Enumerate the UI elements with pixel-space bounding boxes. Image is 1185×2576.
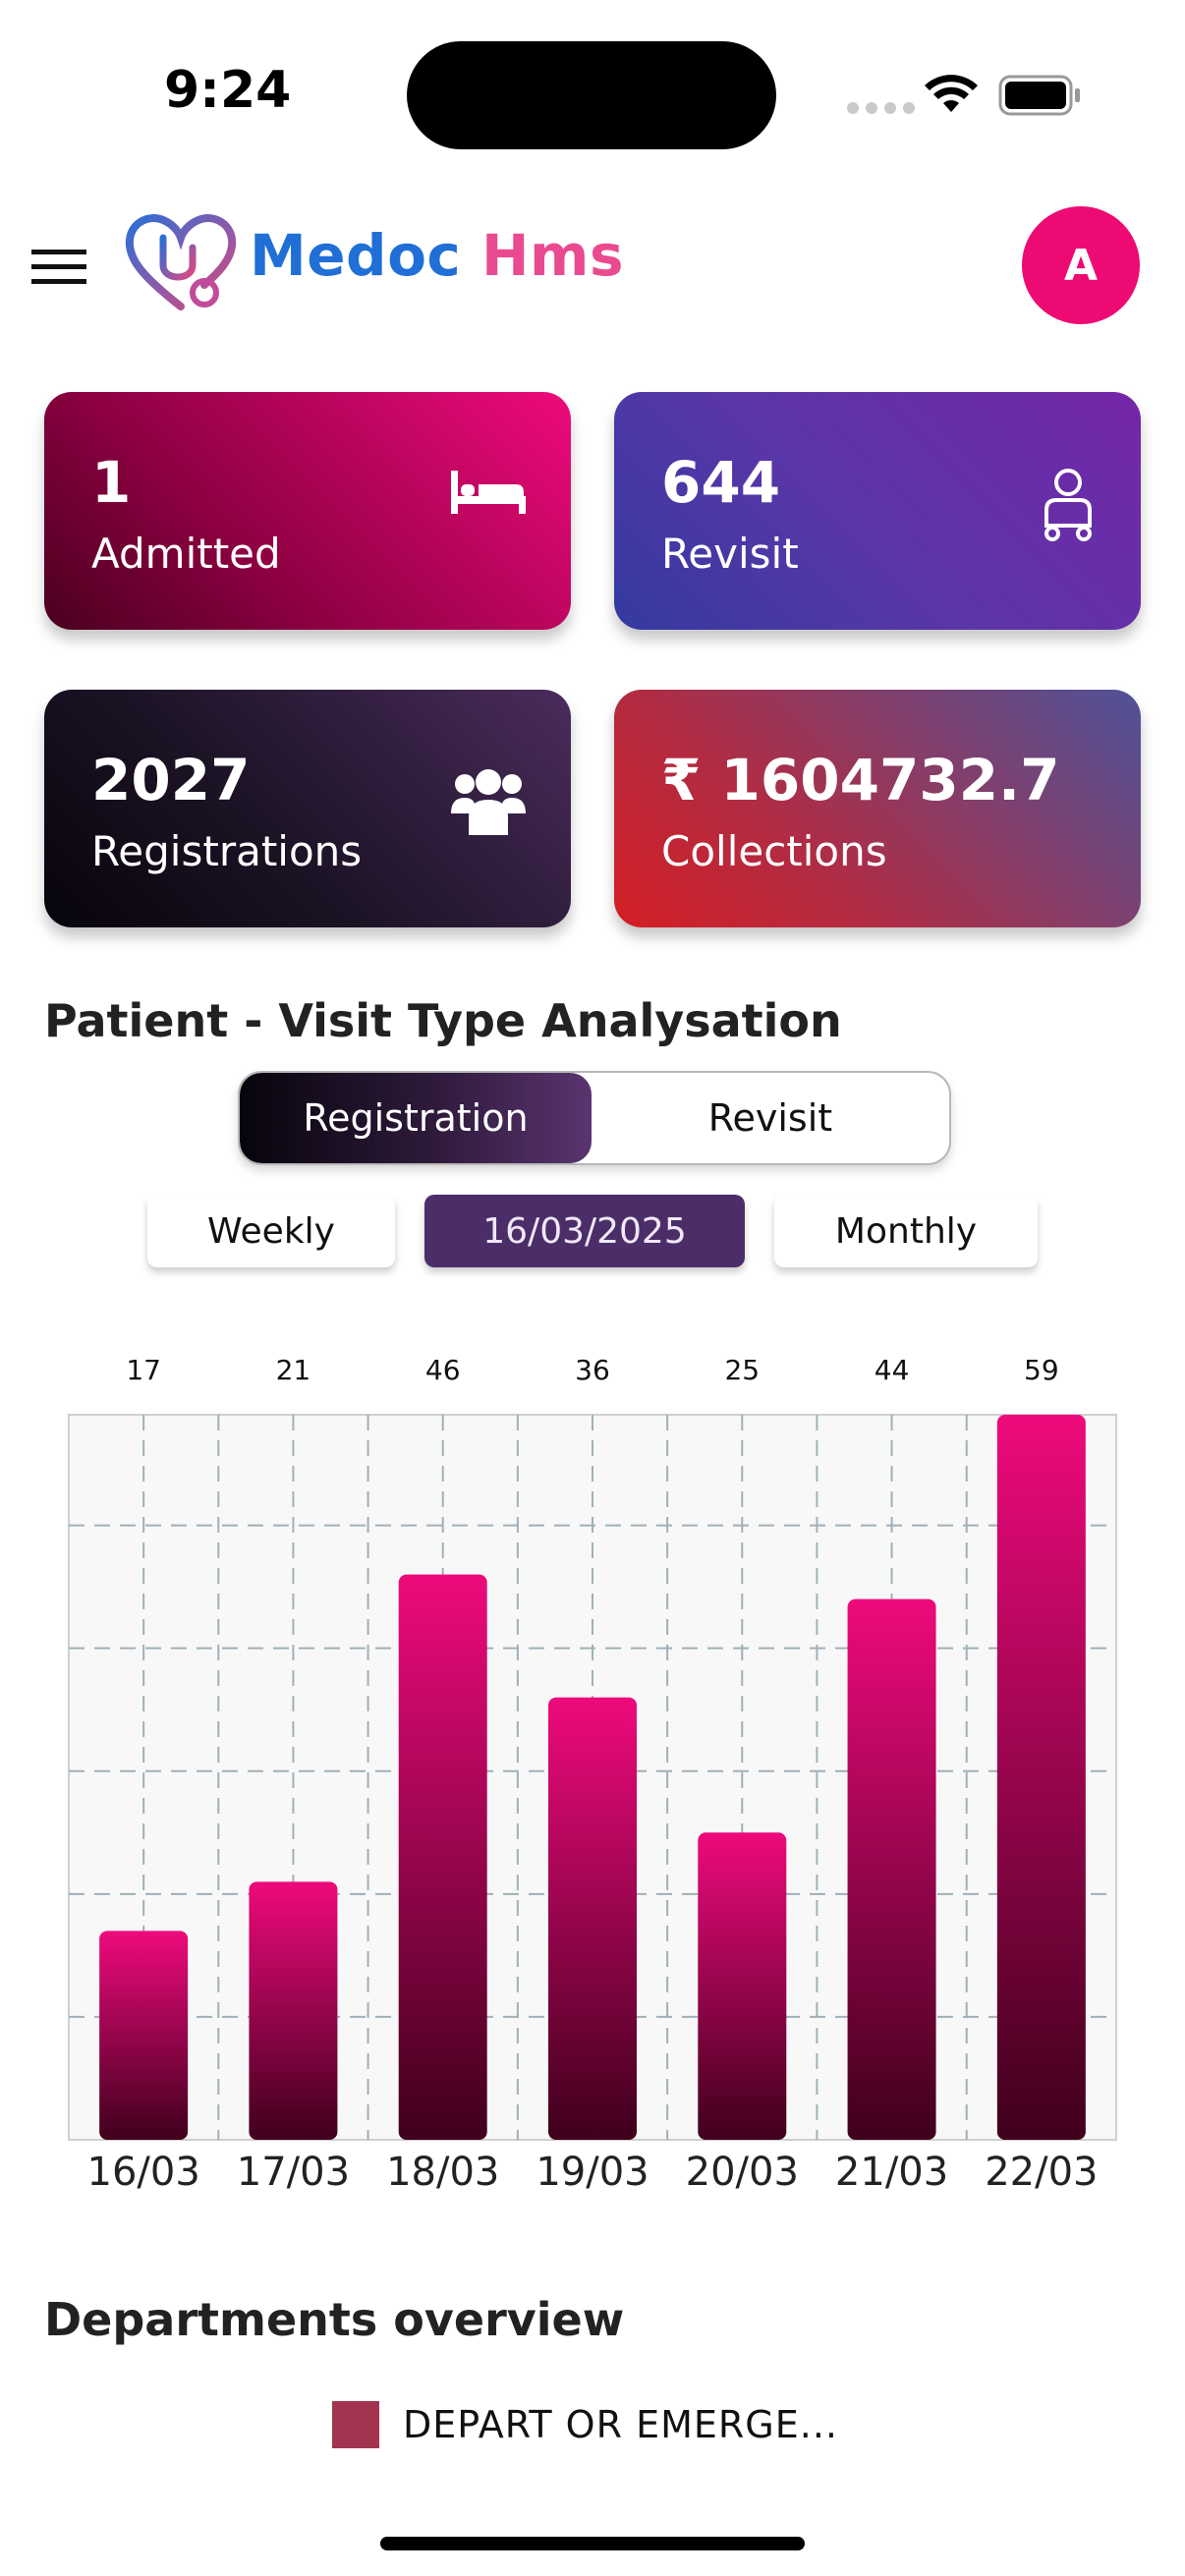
home-indicator (380, 2537, 805, 2550)
wifi-icon (925, 75, 978, 112)
bed-icon (451, 471, 526, 514)
chart-x-tick-label: 20/03 (686, 2150, 799, 2195)
app-name-part1: Medoc (250, 222, 462, 289)
visit-bar-chart: 17 21 46 36 25 44 59 16/03 17/03 18/03 19/03 20/03… (68, 1354, 1117, 2195)
chart-x-tick-label: 19/03 (536, 2150, 649, 2195)
legend-swatch (332, 2401, 379, 2448)
chart-bar[interactable] (398, 1574, 487, 2140)
registrations-value: 2027 (91, 747, 251, 813)
admitted-card[interactable]: 1 Admitted (44, 392, 571, 630)
battery-icon (998, 75, 1080, 116)
collections-card[interactable]: ₹ 1604732.7 Collections (614, 690, 1141, 927)
patient-icon (1044, 469, 1092, 541)
chart-x-tick-label: 21/03 (835, 2150, 948, 2195)
chart-bar-value-label: 59 (1024, 1354, 1059, 1386)
chart-bar[interactable] (249, 1881, 338, 2140)
collections-label: Collections (661, 827, 887, 875)
chart-bar-value-label: 25 (724, 1354, 760, 1386)
chart-bar-value-label: 46 (425, 1354, 461, 1386)
chart-x-tick-label: 22/03 (985, 2150, 1098, 2195)
cellular-signal-icon (847, 102, 915, 114)
app-name: Medoc Hms (250, 222, 624, 289)
revisit-card[interactable]: 644 Revisit (614, 392, 1141, 630)
chart-bar[interactable] (698, 1832, 787, 2140)
admitted-value: 1 (91, 449, 132, 516)
chart-bar[interactable] (847, 1598, 936, 2140)
weekly-button[interactable]: Weekly (147, 1195, 395, 1267)
status-time: 9:24 (164, 61, 292, 120)
chart-bar-value-label: 21 (276, 1354, 311, 1386)
revisit-value: 644 (661, 449, 781, 516)
chart-x-tick-label: 17/03 (237, 2150, 350, 2195)
revisit-label: Revisit (661, 530, 799, 578)
chart-bar-value-label: 36 (575, 1354, 610, 1386)
visit-analysis-title: Patient - Visit Type Analysation (44, 994, 842, 1047)
registrations-card[interactable]: 2027 Registrations (44, 690, 571, 927)
chart-x-tick-label: 18/03 (386, 2150, 499, 2195)
toggle-registration[interactable]: Registration (240, 1073, 592, 1163)
legend-label: DEPART OR EMERGE... (403, 2403, 838, 2446)
admitted-label: Admitted (91, 530, 281, 578)
chart-bar-value-label: 44 (875, 1354, 910, 1386)
departments-title: Departments overview (44, 2293, 625, 2346)
date-picker-button[interactable]: 16/03/2025 (424, 1195, 745, 1267)
monthly-button[interactable]: Monthly (774, 1195, 1038, 1267)
toggle-revisit[interactable]: Revisit (592, 1073, 949, 1163)
registrations-label: Registrations (91, 827, 363, 875)
avatar[interactable]: A (1022, 206, 1140, 324)
app-name-part2: Hms (481, 222, 625, 289)
chart-x-tick-label: 16/03 (87, 2150, 200, 2195)
users-group-icon (451, 769, 526, 835)
chart-bar[interactable] (996, 1415, 1086, 2140)
menu-icon[interactable] (31, 250, 86, 285)
chart-bar[interactable] (99, 1931, 189, 2140)
chart-bar-value-label: 17 (126, 1354, 161, 1386)
collections-value: ₹ 1604732.7 (661, 747, 1060, 813)
chart-bar[interactable] (548, 1697, 637, 2140)
logo-heart-stethoscope-icon (125, 214, 237, 310)
visit-type-toggle: Registration Revisit (238, 1071, 951, 1165)
dynamic-island (407, 41, 776, 149)
